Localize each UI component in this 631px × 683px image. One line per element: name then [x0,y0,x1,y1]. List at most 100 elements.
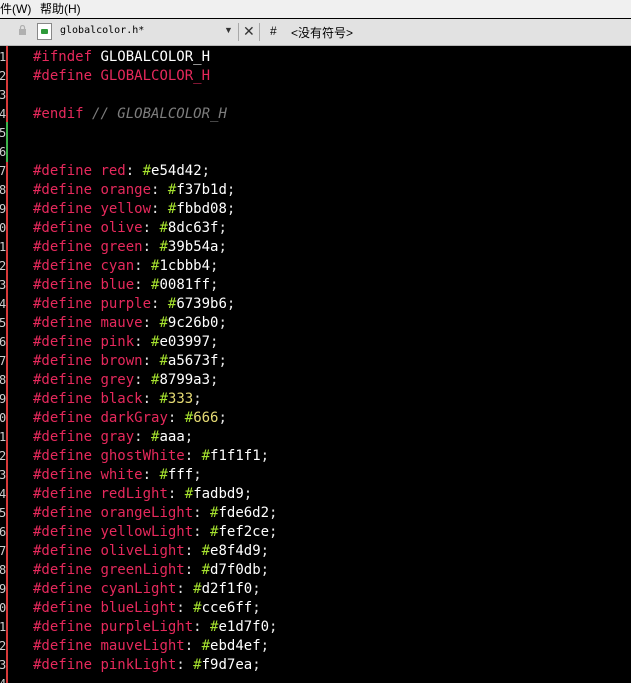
hex-value: d2f1f0 [201,581,253,597]
directive: #define [33,201,93,217]
directive: #define [33,182,93,198]
code-line: #define brown: #a5673f; [33,353,227,369]
hex-value: 8dc63f [167,220,219,236]
hex-value: 39b54a [167,239,219,255]
directive: #define [33,505,93,521]
directive: #define [33,391,93,407]
directive: #define [33,429,93,445]
hex-value: 333 [167,391,194,407]
directive: #define [33,372,93,388]
directive: #define [33,581,93,597]
macro-name: GLOBALCOLOR_H [100,68,211,84]
hex-value: 8799a3 [159,372,211,388]
chevron-down-icon[interactable]: ▼ [224,25,233,35]
hex-value: d7f0db [210,562,261,578]
macro-name: olive [100,220,143,236]
hex-value: f9d7ea [201,657,253,673]
symbol-selector[interactable]: <没有符号> [291,24,353,41]
macro-name: black [100,391,143,407]
directive: #define [33,239,93,255]
hex-value: a5673f [167,353,219,369]
code-line: #ifndef GLOBALCOLOR_H [33,48,210,67]
macro-name: brown [100,353,143,369]
directive: #define [33,220,93,236]
macro-name: purple [100,296,152,312]
code-line: #define cyanLight: #d2f1f0; [33,581,261,597]
close-icon[interactable]: ✕ [243,23,255,40]
hex-value: ebd4ef [210,638,261,654]
directive: #define [33,448,93,464]
directive: #define [33,638,93,654]
macro-name: cyanLight [100,581,177,597]
hex-value: 666 [193,410,219,426]
hex-value: fff [167,467,194,483]
hex-value: e03997 [159,334,211,350]
hex-value: f37b1d [176,182,227,198]
directive: #define [33,467,93,483]
hex-value: 0081ff [159,277,211,293]
hex-value: fbbd08 [176,201,227,217]
directive: #define [33,657,93,673]
menu-window[interactable]: 件(W) [0,1,31,17]
directive: #define [33,258,93,274]
hex-value: 6739b6 [176,296,227,312]
hex-value: 1cbbb4 [159,258,211,274]
directive: #define [33,353,93,369]
hex-value: fde6d2 [218,505,270,521]
code-line: #define white: #fff; [33,467,202,483]
macro-name: mauve [100,315,143,331]
macro-name: ghostWhite [100,448,185,464]
directive: #define [33,315,93,331]
macro-name: orangeLight [100,505,194,521]
code-line: #define blue: #0081ff; [33,277,219,293]
code-line: #define redLight: #fadbd9; [33,486,253,502]
code-line: #define orangeLight: #fde6d2; [33,505,278,521]
directive: #define [33,562,93,578]
code-line: #define yellow: #fbbd08; [33,201,236,217]
directive: #define [33,277,93,293]
separator [259,23,260,41]
directive: #ifndef [33,49,93,65]
code-line: #define black: #333; [33,391,202,407]
macro-name: GLOBALCOLOR_H [100,49,211,65]
macro-name: orange [100,182,152,198]
code-line: #define purpleLight: #e1d7f0; [33,619,278,635]
directive: #define [33,334,93,350]
code-line: #define cyan: #1cbbb4; [33,258,219,274]
directive: #define [33,410,93,426]
macro-name: blue [100,277,135,293]
code-line: #define olive: #8dc63f; [33,220,227,236]
macro-name: pink [100,334,135,350]
hex-value: cce6ff [201,600,253,616]
directive: #define [33,296,93,312]
code-line: #define green: #39b54a; [33,239,227,255]
menu-help[interactable]: 帮助(H) [40,1,81,17]
directive: #define [33,163,93,179]
hash-icon: # [270,24,277,38]
hex-value: fef2ce [218,524,270,540]
hex-value: e8f4d9 [210,543,261,559]
code-line: #define oliveLight: #e8f4d9; [33,543,270,559]
directive: #define [33,543,93,559]
saved-change-marker [6,122,8,162]
macro-name: yellowLight [100,524,194,540]
code-line: #define red: #e54d42; [33,163,211,179]
hex-value: e1d7f0 [218,619,270,635]
code-editor[interactable]: #ifndef GLOBALCOLOR_H #define GLOBALCOLO… [10,46,631,683]
macro-name: purpleLight [100,619,194,635]
code-line: #define purple: #6739b6; [33,296,236,312]
code-line: #define GLOBALCOLOR_H [33,67,210,86]
tab-filename[interactable]: globalcolor.h* [60,25,144,36]
directive: #define [33,600,93,616]
code-line: #define greenLight: #d7f0db; [33,562,270,578]
macro-name: mauveLight [100,638,185,654]
directive: #define [33,619,93,635]
code-line: #define yellowLight: #fef2ce; [33,524,278,540]
macro-name: grey [100,372,135,388]
directive: #define [33,524,93,540]
code-line: #define grey: #8799a3; [33,372,219,388]
tab-bar: globalcolor.h* ▼ ✕ # <没有符号> [0,19,631,46]
code-line: #define mauveLight: #ebd4ef; [33,638,270,654]
hex-value: fadbd9 [193,486,244,502]
hex-value: e54d42 [151,163,202,179]
